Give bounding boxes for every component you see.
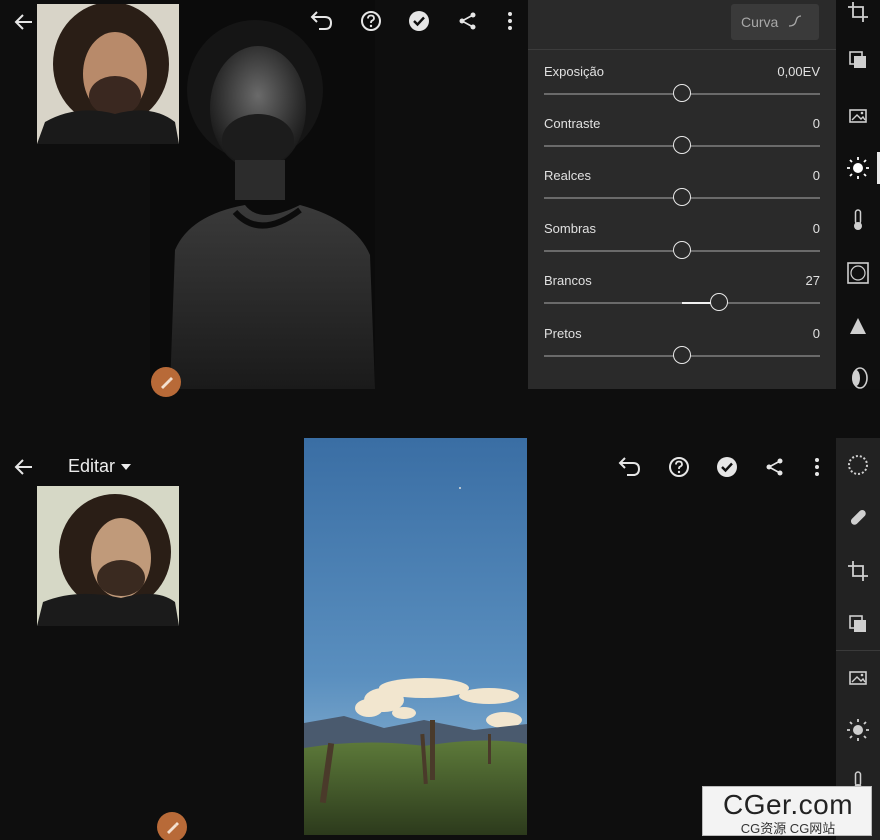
slider-track[interactable] [544,241,820,259]
optics-icon[interactable] [846,366,870,390]
back-arrow-icon[interactable] [10,453,38,481]
color-temperature-icon[interactable] [846,208,870,232]
main-photo-dark-portrait [150,0,375,389]
slider-value: 27 [805,273,820,288]
slider-track[interactable] [544,293,820,311]
slider-thumb[interactable] [673,188,691,206]
slider-value: 0 [812,221,820,236]
watermark-brand: CGer.com [722,789,854,820]
slider-thumb[interactable] [673,241,691,259]
brush-button[interactable] [151,367,181,397]
selective-icon[interactable] [846,453,870,477]
crop-icon[interactable] [846,559,870,583]
watermark-tagline: CG资源 CG网站 [740,821,836,836]
curve-button[interactable]: Curva [731,4,819,40]
presets-icon[interactable] [846,612,870,636]
back-arrow-icon[interactable] [10,8,38,36]
slider-label: Sombras [544,221,597,236]
slider-label: Contraste [544,116,601,131]
curve-button-label: Curva [741,14,779,30]
slider-thumb[interactable] [673,346,691,364]
slider-row-realces: Realces 0 [544,168,820,218]
slider-row-brancos: Brancos 27 [544,273,820,323]
slider-value: 0,00EV [777,64,820,79]
slider-track[interactable] [544,136,820,154]
slider-row-sombras: Sombras 0 [544,221,820,271]
slider-track[interactable] [544,346,820,364]
help-icon[interactable] [665,453,693,481]
light-icon[interactable] [846,156,870,180]
light-icon[interactable] [846,718,870,742]
healing-icon[interactable] [846,505,870,529]
undo-icon[interactable] [616,453,644,481]
brush-icon [161,377,173,389]
slider-label: Exposição [544,64,604,79]
slider-row-exposicao: Exposição 0,00EV [544,64,820,114]
slider-value: 0 [812,168,820,183]
slider-thumb[interactable] [673,84,691,102]
presets-icon[interactable] [846,48,870,72]
panel-divider [528,49,836,50]
share-icon[interactable] [761,453,789,481]
slider-value: 0 [812,326,820,341]
edit-menu[interactable]: Editar [68,456,132,477]
checkmark-icon[interactable] [713,453,741,481]
vignette-icon[interactable] [846,261,870,285]
brush-icon [167,822,179,834]
curve-icon [788,14,802,30]
slider-thumb[interactable] [673,136,691,154]
tool-divider [836,650,880,651]
slider-value: 0 [812,116,820,131]
slider-label: Brancos [544,273,592,288]
detail-icon[interactable] [846,314,870,338]
share-icon[interactable] [454,7,482,35]
slider-track[interactable] [544,84,820,102]
original-thumbnail[interactable] [37,4,179,144]
slider-track[interactable] [544,188,820,206]
more-vertical-icon[interactable] [496,7,524,35]
slider-row-contraste: Contraste 0 [544,116,820,166]
crop-icon[interactable] [846,0,870,24]
brush-button[interactable] [157,812,187,840]
undo-icon[interactable] [308,7,336,35]
help-icon[interactable] [357,7,385,35]
slider-thumb[interactable] [710,293,729,311]
watermark-logo: CGer.com CG资源 CG网站 [702,786,872,836]
slider-label: Realces [544,168,591,183]
dropdown-caret-icon [121,463,132,470]
checkmark-icon[interactable] [405,7,433,35]
edit-title: Editar [68,456,116,476]
original-thumbnail[interactable] [37,486,179,626]
auto-icon[interactable] [846,666,870,690]
more-vertical-icon[interactable] [803,453,831,481]
slider-label: Pretos [544,326,582,341]
main-photo-landscape [304,438,527,835]
auto-icon[interactable] [846,104,870,128]
slider-row-pretos: Pretos 0 [544,326,820,376]
